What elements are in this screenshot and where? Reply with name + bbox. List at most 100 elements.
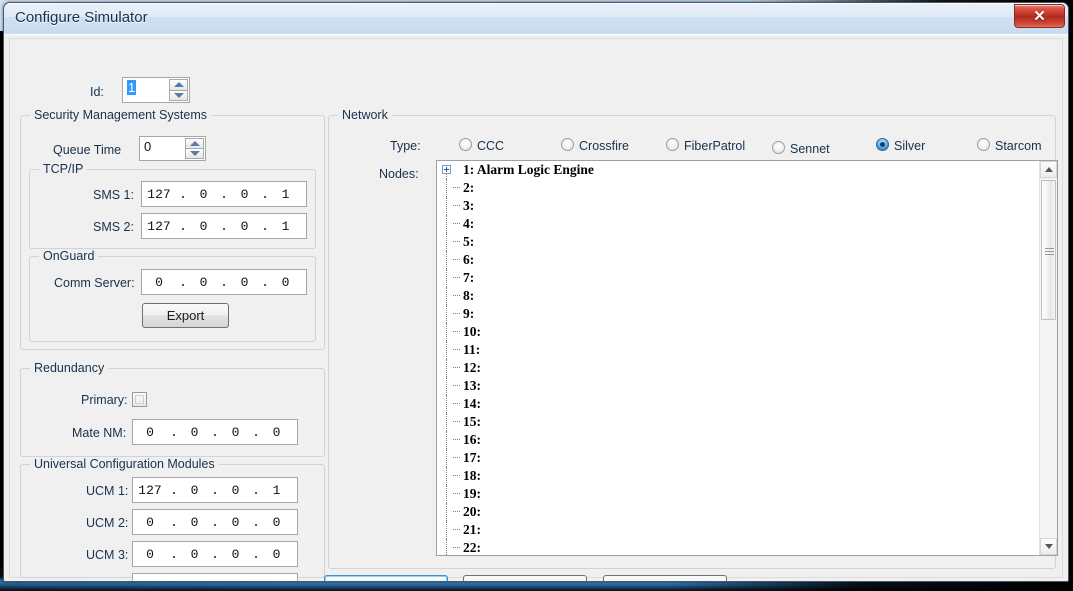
tree-node[interactable]: 3: [437, 197, 1040, 215]
mate-nm-octet-2[interactable]: 0 [181, 425, 208, 440]
export-button[interactable]: Export [142, 303, 229, 328]
sms1-octet-4[interactable]: 1 [272, 187, 299, 202]
expand-plus-icon[interactable] [442, 165, 451, 174]
tree-node-label: 2: [463, 180, 475, 195]
ucm3-octet-2[interactable]: 0 [181, 547, 208, 562]
sms2-octet-2[interactable]: 0 [190, 219, 217, 234]
sms1-octet-3[interactable]: 0 [231, 187, 258, 202]
tree-node[interactable]: 13: [437, 377, 1040, 395]
tree-node[interactable]: 20: [437, 503, 1040, 521]
radio-starcom[interactable] [977, 138, 990, 151]
ucm3-ip-field[interactable]: 0 . 0 . 0 . 0 [132, 541, 298, 567]
ucm2-octet-2[interactable]: 0 [181, 515, 208, 530]
tree-node[interactable]: 15: [437, 413, 1040, 431]
nodes-tree[interactable]: 1: Alarm Logic Engine 2: 3: 4: 5: 6: 7: 8: 9: 10:… [436, 160, 1058, 556]
tree-node[interactable]: 12: [437, 359, 1040, 377]
tree-node[interactable]: 4: [437, 215, 1040, 233]
queue-time-spinner-buttons[interactable] [185, 138, 204, 159]
radio-crossfire[interactable] [561, 138, 574, 151]
tree-node[interactable]: 7: [437, 269, 1040, 287]
radio-sennet[interactable] [772, 141, 785, 154]
queue-time-spinner[interactable]: 0 [139, 136, 206, 161]
archive-button[interactable]: Archive [463, 575, 587, 581]
id-input-value[interactable]: 1 [127, 80, 137, 95]
id-spinner-buttons[interactable] [169, 79, 188, 101]
sms2-ip-field[interactable]: 127 . 0 . 0 . 1 [141, 213, 307, 239]
tree-node[interactable]: 14: [437, 395, 1040, 413]
queue-time-spinner-up-button[interactable] [185, 138, 204, 148]
radio-ccc[interactable] [459, 138, 472, 151]
ucm4-octet-1[interactable]: 0 [133, 579, 167, 582]
ucm1-octet-2[interactable]: 0 [181, 483, 208, 498]
tree-node[interactable]: 21: [437, 521, 1040, 539]
tree-node[interactable]: 22: [437, 539, 1040, 555]
ucm2-ip-field[interactable]: 0 . 0 . 0 . 0 [132, 509, 298, 535]
mate-nm-octet-1[interactable]: 0 [133, 425, 167, 440]
ucm1-octet-1[interactable]: 127 [133, 483, 167, 498]
dialog-body: Id: 1 Security Management Systems Queue … [9, 38, 1063, 581]
ip-dot: . [252, 514, 260, 530]
queue-time-input-value[interactable]: 0 [144, 139, 151, 154]
ucm4-octet-2[interactable]: 0 [181, 579, 208, 582]
tree-node[interactable]: 17: [437, 449, 1040, 467]
ucm1-octet-4[interactable]: 1 [263, 483, 290, 498]
comm-server-ip-field[interactable]: 0 . 0 . 0 . 0 [141, 269, 307, 295]
ucm1-octet-3[interactable]: 0 [222, 483, 249, 498]
sms2-octet-3[interactable]: 0 [231, 219, 258, 234]
radio-crossfire-label: Crossfire [579, 139, 630, 153]
ucm1-ip-field[interactable]: 127 . 0 . 0 . 1 [132, 477, 298, 503]
load-button[interactable]: Load [603, 575, 727, 581]
sms1-ip-field[interactable]: 127 . 0 . 0 . 1 [141, 181, 307, 207]
comm-server-octet-4[interactable]: 0 [272, 275, 299, 290]
ucm4-ip-field[interactable]: 0 . 0 . 0 . 0 [132, 573, 298, 582]
nodes-tree-content[interactable]: 1: Alarm Logic Engine 2: 3: 4: 5: 6: 7: 8: 9: 10:… [437, 161, 1040, 555]
ucm4-octet-3[interactable]: 0 [222, 579, 249, 582]
mate-nm-octet-4[interactable]: 0 [263, 425, 290, 440]
tree-node[interactable]: 1: Alarm Logic Engine [437, 161, 1040, 179]
ip-dot: . [252, 546, 260, 562]
ucm2-octet-1[interactable]: 0 [133, 515, 167, 530]
comm-server-octet-1[interactable]: 0 [142, 275, 176, 290]
id-spinner[interactable]: 1 [122, 77, 190, 103]
scrollbar-thumb[interactable] [1041, 180, 1056, 320]
tree-node[interactable]: 16: [437, 431, 1040, 449]
tree-node[interactable]: 19: [437, 485, 1040, 503]
tree-node[interactable]: 6: [437, 251, 1040, 269]
ip-dot: . [220, 218, 228, 234]
id-spinner-down-button[interactable] [169, 89, 188, 101]
sms1-octet-2[interactable]: 0 [190, 187, 217, 202]
nodes-tree-scrollbar[interactable] [1039, 161, 1057, 555]
comm-server-octet-2[interactable]: 0 [190, 275, 217, 290]
scrollbar-up-button[interactable] [1040, 161, 1057, 178]
scrollbar-down-button[interactable] [1040, 538, 1057, 555]
tree-node[interactable]: 9: [437, 305, 1040, 323]
tree-node[interactable]: 18: [437, 467, 1040, 485]
ucm3-octet-4[interactable]: 0 [263, 547, 290, 562]
mate-nm-ip-field[interactable]: 0 . 0 . 0 . 0 [132, 419, 298, 445]
mate-nm-octet-3[interactable]: 0 [222, 425, 249, 440]
tree-node[interactable]: 11: [437, 341, 1040, 359]
ucm4-octet-4[interactable]: 0 [263, 579, 290, 582]
tree-node[interactable]: 10: [437, 323, 1040, 341]
network-group: Network Type: CCC Crossfire FiberPatrol … [328, 108, 1058, 569]
queue-time-spinner-down-button[interactable] [185, 148, 204, 159]
tree-connector-line [446, 431, 448, 449]
tree-node[interactable]: 8: [437, 287, 1040, 305]
ucm2-octet-4[interactable]: 0 [263, 515, 290, 530]
ucm3-octet-1[interactable]: 0 [133, 547, 167, 562]
tree-node[interactable]: 5: [437, 233, 1040, 251]
comm-server-octet-3[interactable]: 0 [231, 275, 258, 290]
tree-node-label: 7: [463, 270, 475, 285]
save-and-restart-button[interactable]: Save and Restart [324, 575, 448, 581]
ucm2-octet-3[interactable]: 0 [222, 515, 249, 530]
radio-silver[interactable] [876, 138, 889, 151]
sms2-octet-1[interactable]: 127 [142, 219, 176, 234]
ucm3-octet-3[interactable]: 0 [222, 547, 249, 562]
radio-fiberpatrol[interactable] [666, 138, 679, 151]
id-spinner-up-button[interactable] [169, 79, 188, 90]
sms2-octet-4[interactable]: 1 [272, 219, 299, 234]
primary-checkbox[interactable] [132, 392, 147, 407]
sms1-octet-1[interactable]: 127 [142, 187, 176, 202]
tree-node[interactable]: 2: [437, 179, 1040, 197]
close-button[interactable]: ✕ [1014, 4, 1065, 28]
